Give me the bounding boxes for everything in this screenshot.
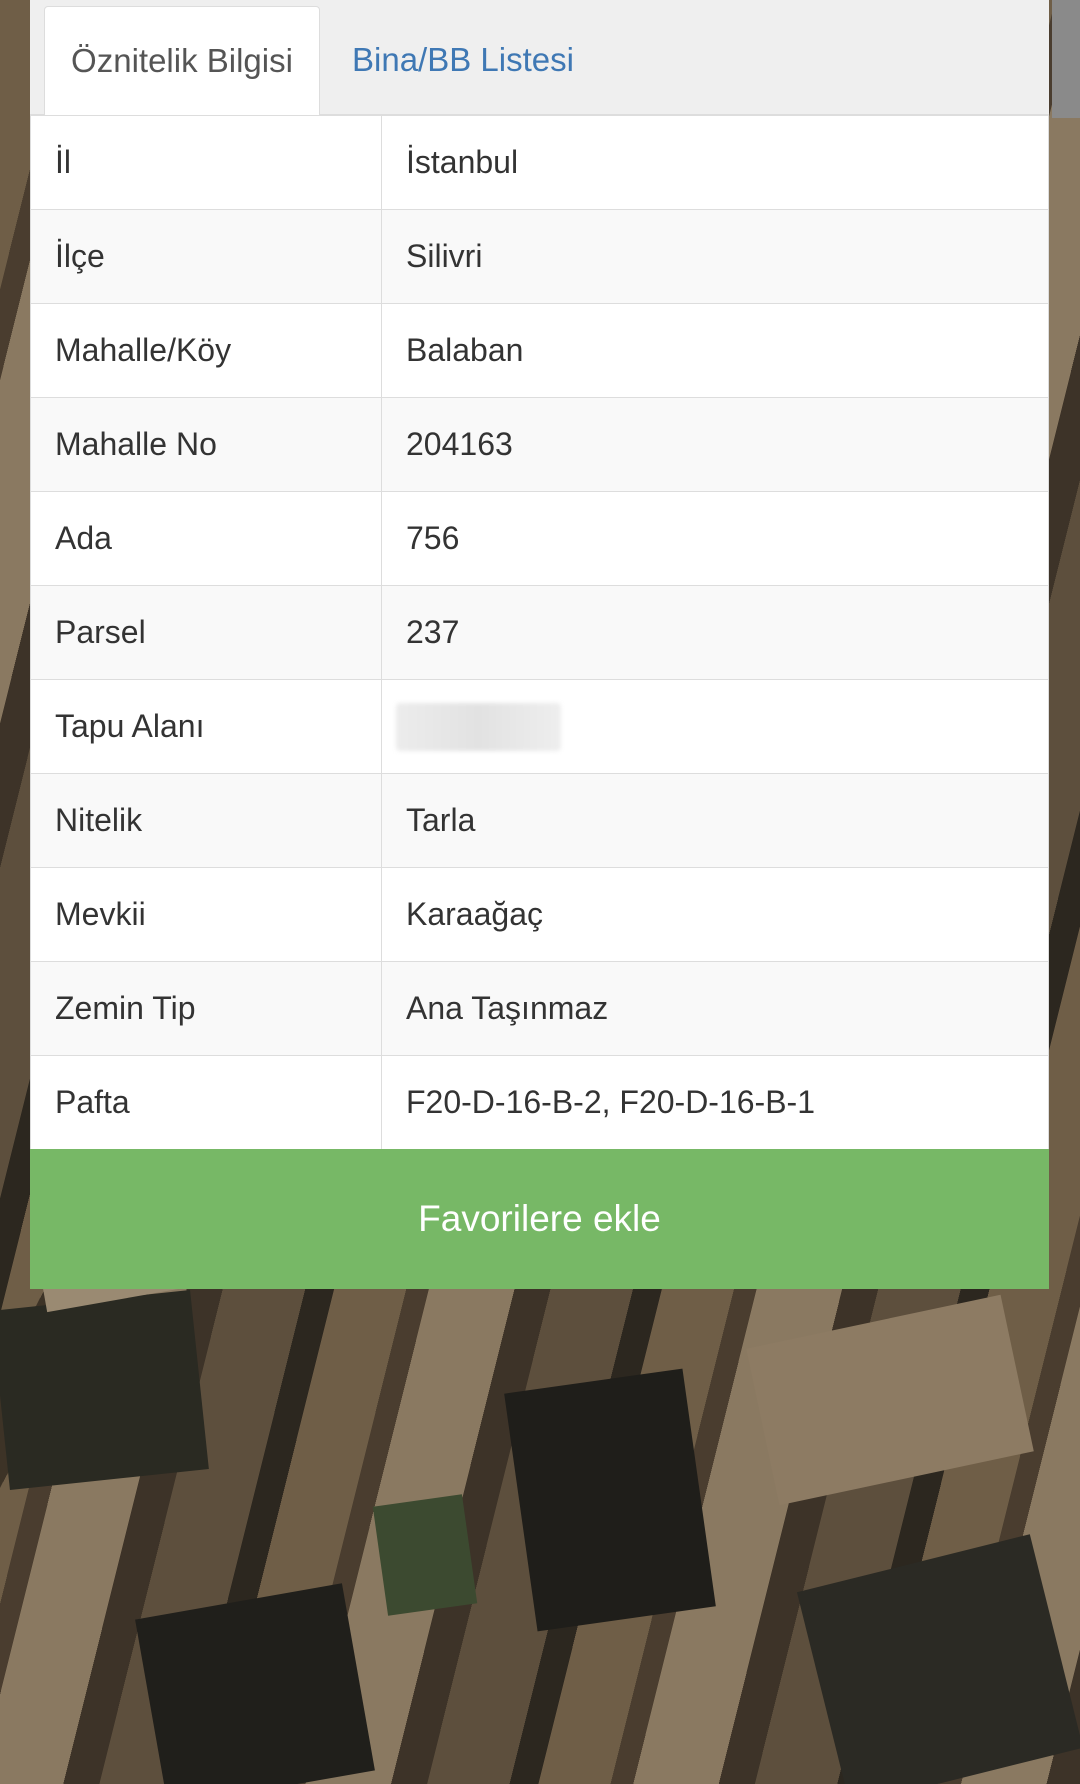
attribute-table: İl İstanbul İlçe Silivri Mahalle/Köy Bal… — [30, 115, 1049, 1150]
attribute-value: Balaban — [381, 303, 1049, 398]
tab-label: Bina/BB Listesi — [352, 41, 574, 78]
tab-label: Öznitelik Bilgisi — [71, 42, 293, 79]
table-row: Nitelik Tarla — [30, 773, 1049, 868]
attribute-value: F20-D-16-B-2, F20-D-16-B-1 — [381, 1055, 1049, 1150]
attribute-value: İstanbul — [381, 115, 1049, 210]
tab-attribute-info[interactable]: Öznitelik Bilgisi — [44, 6, 320, 115]
table-row: Mahalle/Köy Balaban — [30, 303, 1049, 398]
table-row: Ada 756 — [30, 491, 1049, 586]
tab-building-list[interactable]: Bina/BB Listesi — [352, 6, 574, 114]
attribute-value: 237 — [381, 585, 1049, 680]
table-row: Pafta F20-D-16-B-2, F20-D-16-B-1 — [30, 1055, 1049, 1150]
table-row: İlçe Silivri — [30, 209, 1049, 304]
attribute-popup-panel: Öznitelik Bilgisi Bina/BB Listesi İl İst… — [30, 0, 1049, 1289]
attribute-value: Karaağaç — [381, 867, 1049, 962]
table-row: Mevkii Karaağaç — [30, 867, 1049, 962]
tab-bar: Öznitelik Bilgisi Bina/BB Listesi — [30, 0, 1049, 115]
map-field-patch — [135, 1583, 375, 1784]
add-to-favorites-button[interactable]: Favorilere ekle — [30, 1149, 1049, 1289]
attribute-value: Silivri — [381, 209, 1049, 304]
attribute-value: Tarla — [381, 773, 1049, 868]
table-row: Mahalle No 204163 — [30, 397, 1049, 492]
attribute-key: Mahalle No — [30, 397, 382, 492]
attribute-key: Tapu Alanı — [30, 679, 382, 774]
table-row: Parsel 237 — [30, 585, 1049, 680]
map-field-patch — [746, 1294, 1034, 1506]
attribute-value: Ana Taşınmaz — [381, 961, 1049, 1056]
map-field-patch — [796, 1534, 1080, 1784]
table-row: İl İstanbul — [30, 115, 1049, 210]
attribute-key: Mahalle/Köy — [30, 303, 382, 398]
attribute-key: Parsel — [30, 585, 382, 680]
attribute-value-redacted — [381, 679, 1049, 774]
attribute-key: Ada — [30, 491, 382, 586]
map-control-edge — [1052, 0, 1080, 118]
attribute-key: Zemin Tip — [30, 961, 382, 1056]
attribute-value: 756 — [381, 491, 1049, 586]
map-field-patch — [372, 1494, 478, 1616]
map-field-patch — [504, 1368, 716, 1632]
attribute-key: Mevkii — [30, 867, 382, 962]
map-field-patch — [0, 1290, 209, 1490]
attribute-key: Pafta — [30, 1055, 382, 1150]
attribute-value: 204163 — [381, 397, 1049, 492]
redacted-value-blur — [396, 702, 561, 751]
attribute-key: Nitelik — [30, 773, 382, 868]
table-row: Tapu Alanı — [30, 679, 1049, 774]
table-row: Zemin Tip Ana Taşınmaz — [30, 961, 1049, 1056]
attribute-key: İl — [30, 115, 382, 210]
attribute-key: İlçe — [30, 209, 382, 304]
